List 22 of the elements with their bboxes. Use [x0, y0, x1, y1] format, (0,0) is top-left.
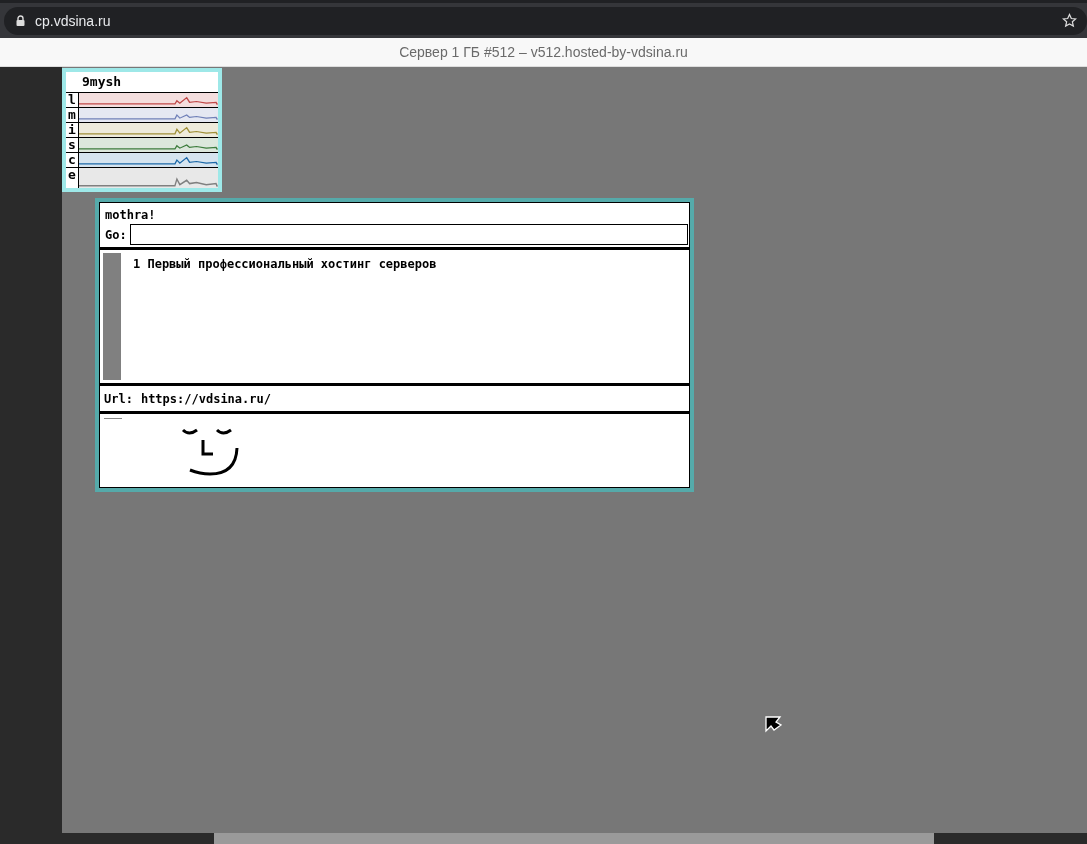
scrollbar[interactable] — [103, 253, 121, 380]
stats-title: 9mysh — [66, 72, 218, 93]
url-label: Url: — [104, 391, 133, 406]
browser-title: mothra! — [105, 207, 157, 224]
stat-label: s — [66, 138, 79, 152]
go-label: Go: — [105, 227, 127, 242]
stat-label: c — [66, 153, 79, 167]
stat-label: i — [66, 123, 79, 137]
link-item[interactable]: 1 Первый профессиональный хостинг серверов — [133, 257, 437, 271]
url-text: cp.vdsina.ru — [35, 12, 112, 29]
thin-line — [104, 418, 122, 419]
bookmark-star-icon[interactable] — [1062, 13, 1077, 28]
page-title: Сервер 1 ГБ #512 – v512.hosted-by-vdsina.ru — [399, 44, 688, 60]
stat-label: l — [66, 93, 79, 107]
url-value: https://vdsina.ru/ — [140, 391, 271, 406]
horizontal-scrollbar-thumb[interactable] — [214, 833, 934, 844]
go-input-field[interactable] — [129, 224, 688, 245]
address-bar[interactable]: cp.vdsina.ru — [4, 6, 1087, 35]
lock-icon — [16, 15, 25, 26]
mouse-cursor-icon — [765, 716, 782, 733]
stat-label: e — [66, 168, 79, 188]
stat-label: m — [66, 108, 79, 122]
